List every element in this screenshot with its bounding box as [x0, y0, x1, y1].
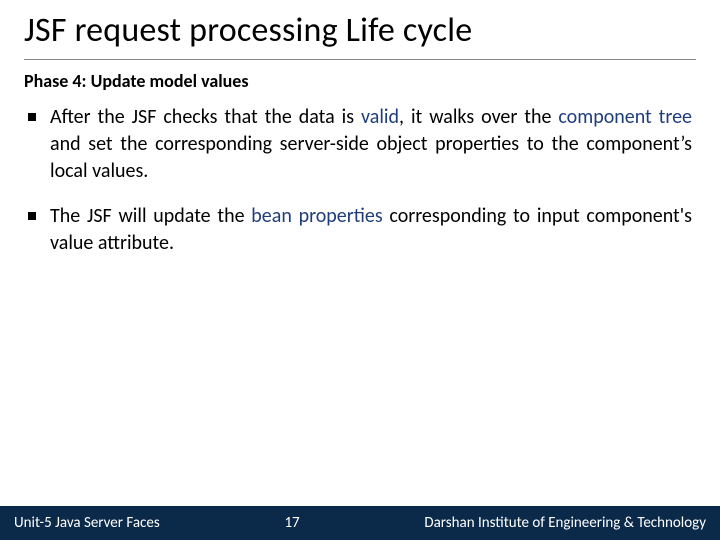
bullet-list: After the JSF checks that the data is va… — [0, 104, 720, 275]
slide: JSF request processing Life cycle Phase … — [0, 0, 720, 540]
text-run: The JSF will update the — [50, 204, 251, 228]
keyword: valid — [361, 105, 399, 129]
title-rule — [24, 59, 696, 60]
footer-institute: Darshan Institute of Engineering & Techn… — [424, 514, 720, 532]
slide-number: 17 — [160, 514, 425, 532]
list-item: After the JSF checks that the data is va… — [28, 104, 692, 185]
bullet-text: After the JSF checks that the data is va… — [50, 104, 692, 185]
keyword: bean properties — [251, 204, 382, 228]
slide-footer: Unit-5 Java Server Faces 17 Darshan Inst… — [0, 506, 720, 540]
list-item: The JSF will update the bean properties … — [28, 203, 692, 257]
text-run: After the JSF checks that the data is — [50, 105, 361, 129]
bullet-text: The JSF will update the bean properties … — [50, 203, 692, 257]
title-wrap: JSF request processing Life cycle — [0, 0, 720, 57]
text-run: and set the corresponding server-side ob… — [50, 132, 692, 183]
slide-title: JSF request processing Life cycle — [24, 10, 696, 51]
bullet-icon — [28, 212, 36, 220]
keyword: component tree — [558, 105, 692, 129]
footer-unit: Unit-5 Java Server Faces — [0, 514, 160, 532]
slide-subtitle: Phase 4: Update model values — [0, 70, 720, 104]
bullet-icon — [28, 113, 36, 121]
text-run: , it walks over the — [399, 105, 558, 129]
